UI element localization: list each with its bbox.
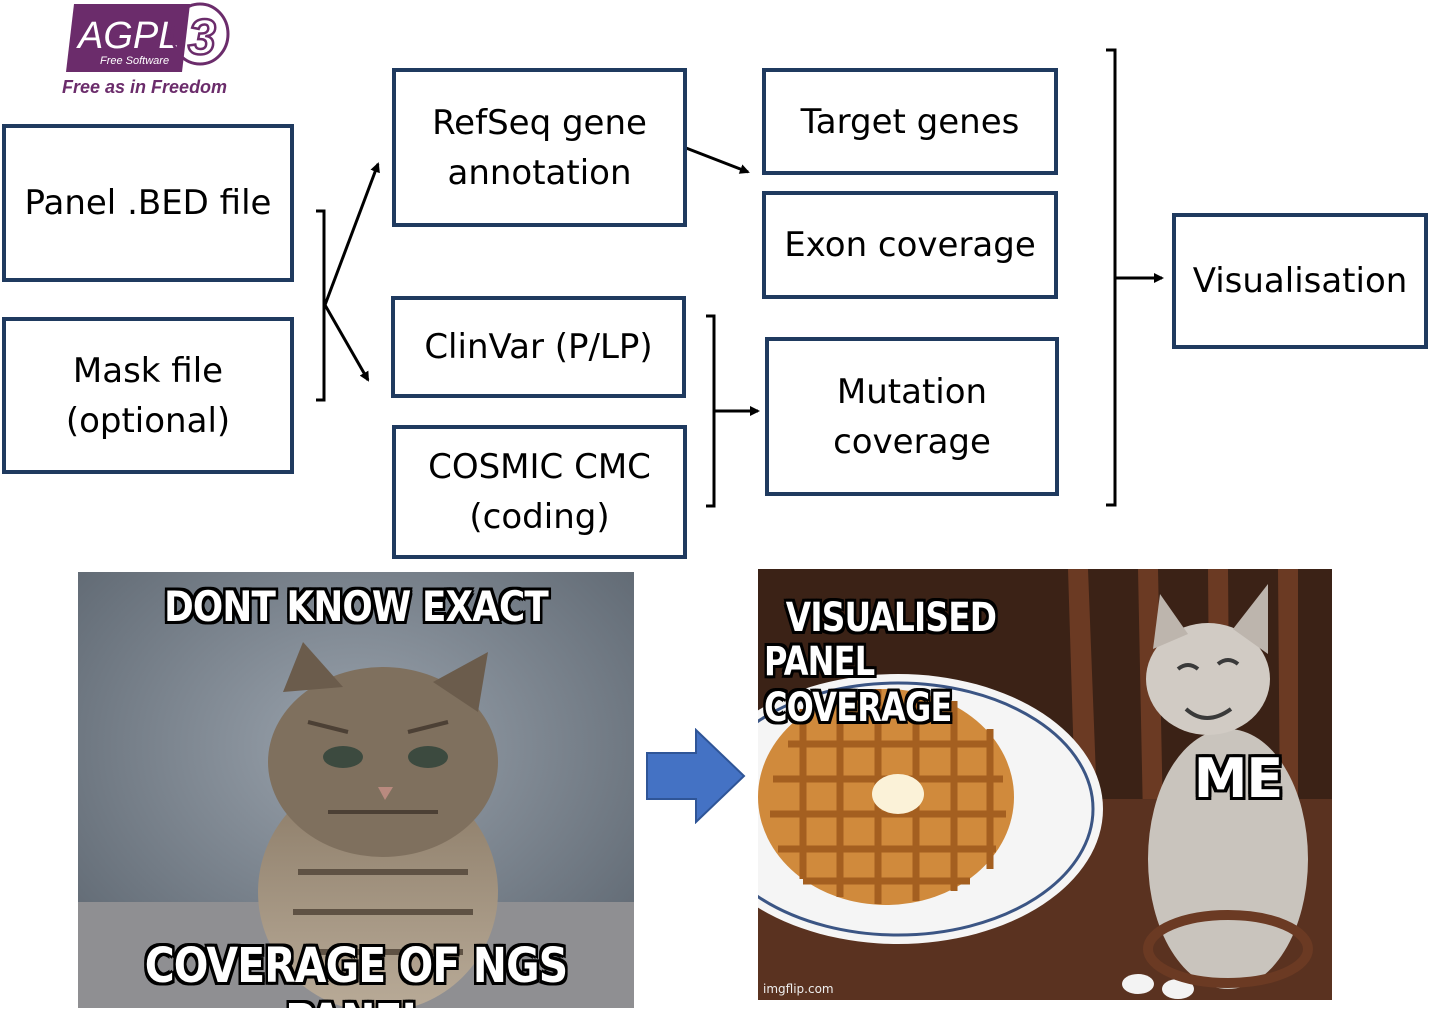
clinvar-box: ClinVar (P/LP) (391, 296, 686, 398)
cosmic-label-line1: COSMIC CMC (428, 447, 651, 487)
visualisation-box: Visualisation (1172, 213, 1428, 349)
mutation-coverage-label-line2: coverage (833, 421, 991, 462)
happy-cat-waffle-meme: VISUALISED PANEL COVERAGE ME imgflip.com (758, 569, 1332, 1000)
mask-file-box: Mask file (optional) (2, 317, 294, 474)
refseq-label-line2: annotation (447, 152, 632, 193)
mutation-coverage-label-line1: Mutation (836, 371, 988, 412)
happy-cat-top-caption-line1: VISUALISED (785, 595, 997, 641)
happy-cat-me-label: ME (1193, 747, 1284, 810)
refseq-annotation-box: RefSeq gene annotation (392, 68, 687, 227)
cosmic-label-line2: (coding) (469, 497, 610, 537)
target-genes-box: Target genes (762, 68, 1058, 175)
panel-bed-file-label: Panel .BED file (24, 183, 272, 223)
clinvar-label: ClinVar (P/LP) (424, 327, 653, 367)
sad-kitten-bottom-caption: COVERAGE OF NGS PANEL (144, 938, 568, 1008)
visualisation-label: Visualisation (1192, 261, 1408, 301)
sad-kitten-top-caption: DONT KNOW EXACT (164, 582, 549, 631)
refseq-label-line1: RefSeq gene (432, 102, 647, 143)
sad-kitten-meme: DONT KNOW EXACT COVERAGE OF NGS PANEL (78, 572, 634, 1008)
cosmic-cmc-box: COSMIC CMC (coding) (392, 425, 687, 559)
panel-bed-file-box: Panel .BED file (2, 124, 294, 282)
big-right-arrow-icon (646, 728, 746, 824)
happy-cat-top-caption-line2: PANEL COVERAGE (764, 639, 952, 731)
arrow-to-variants (323, 304, 370, 382)
exon-coverage-box: Exon coverage (762, 191, 1058, 299)
mutation-coverage-box: Mutation coverage (765, 337, 1059, 496)
arrow-refseq-to-targets (685, 146, 750, 174)
inputs-bracket (316, 209, 326, 402)
variants-bracket (706, 314, 716, 508)
imgflip-watermark: imgflip.com (763, 982, 834, 996)
target-genes-label: Target genes (800, 101, 1020, 142)
mask-file-label: Mask file (72, 350, 224, 391)
outputs-bracket (1106, 48, 1117, 507)
mask-file-optional-label: (optional) (65, 400, 231, 441)
arrow-to-refseq (323, 162, 380, 306)
exon-coverage-label: Exon coverage (784, 225, 1036, 265)
